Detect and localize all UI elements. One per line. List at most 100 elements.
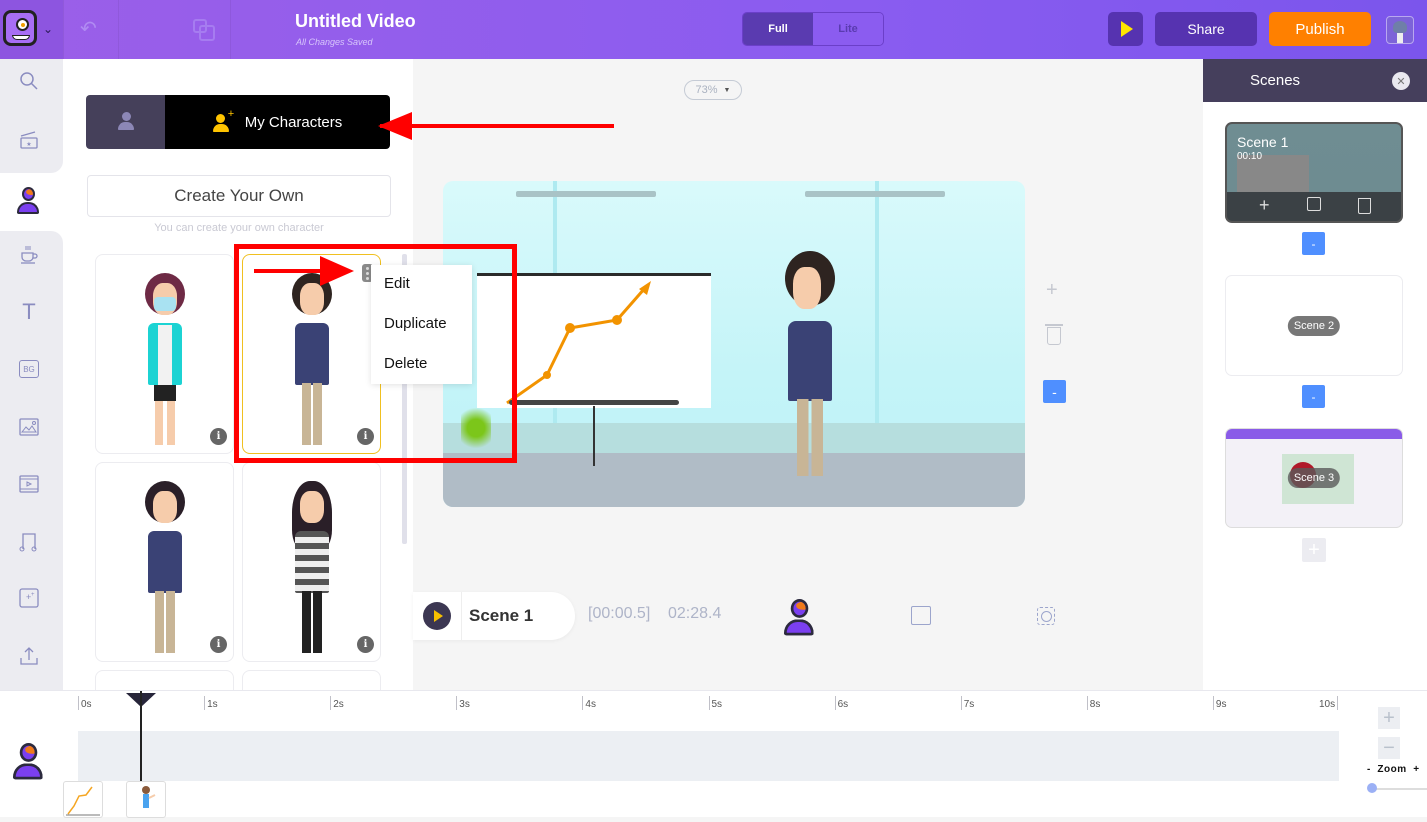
- character-card[interactable]: i: [242, 462, 381, 662]
- scenes-title: Scenes: [1250, 72, 1301, 89]
- caret-down-icon: ▼: [723, 86, 731, 94]
- timeline-tick: 9s: [1212, 696, 1226, 710]
- scene-stage[interactable]: [443, 181, 1025, 507]
- timeline-tick: 7s: [960, 696, 974, 710]
- play-icon: [433, 610, 443, 622]
- video-icon[interactable]: [17, 472, 41, 496]
- divider: [118, 0, 119, 59]
- add-person-icon: +: [212, 108, 235, 132]
- scene-card[interactable]: Scene 1 00:10 +: [1225, 122, 1403, 223]
- collapse-button[interactable]: -: [1043, 380, 1066, 403]
- scene-card[interactable]: Scene 2: [1225, 275, 1403, 376]
- total-time: 02:28.4: [668, 605, 722, 622]
- scene-card[interactable]: Scene 3: [1225, 428, 1403, 528]
- info-icon[interactable]: i: [210, 636, 227, 653]
- user-avatar[interactable]: [1386, 16, 1414, 44]
- zoom-level: 73%: [695, 84, 718, 96]
- timeline-tick: 2s: [330, 696, 344, 710]
- character-icon[interactable]: [17, 187, 39, 215]
- trash-icon[interactable]: [1358, 198, 1371, 214]
- timeline-tick: 5s: [708, 696, 722, 710]
- add-icon[interactable]: +: [1046, 279, 1058, 302]
- zoom-slider[interactable]: [1371, 788, 1427, 790]
- timeline-tick: 4s: [582, 696, 596, 710]
- upload-icon[interactable]: [17, 644, 41, 668]
- tab-my-characters[interactable]: + My Characters: [165, 95, 390, 149]
- zoom-select[interactable]: 73% ▼: [684, 80, 742, 100]
- divider: [63, 0, 64, 59]
- timeline-tick: 6s: [834, 696, 848, 710]
- transition-button[interactable]: -: [1302, 385, 1325, 408]
- character-thumbnail: [140, 273, 190, 448]
- menu-item-duplicate[interactable]: Duplicate: [384, 315, 447, 332]
- add-icon[interactable]: +: [1259, 195, 1270, 216]
- scene-name: Scene 3: [1287, 468, 1341, 488]
- play-icon: [1120, 21, 1133, 37]
- undo-icon[interactable]: ↶: [80, 16, 97, 41]
- scene-name: Scene 2: [1287, 315, 1341, 336]
- mode-full-button[interactable]: Full: [743, 13, 813, 45]
- timeline-tick: 10s: [1317, 696, 1339, 710]
- character-card[interactable]: i: [95, 254, 234, 454]
- duplicate-icon[interactable]: [1307, 197, 1321, 211]
- character-thumbnail: [140, 481, 190, 656]
- zoom-in-button[interactable]: +: [1378, 707, 1400, 729]
- search-icon[interactable]: [17, 69, 41, 93]
- character-context-menu: Edit Duplicate Delete: [371, 265, 472, 384]
- text-icon[interactable]: T: [17, 299, 41, 324]
- publish-button[interactable]: Publish: [1269, 12, 1371, 46]
- scene-duration: 00:10: [1237, 151, 1263, 162]
- music-icon[interactable]: [17, 530, 41, 554]
- coffee-cup-icon[interactable]: [17, 242, 41, 266]
- playhead[interactable]: [140, 691, 143, 781]
- timeline-track[interactable]: [78, 731, 1339, 781]
- person-icon: [117, 112, 134, 132]
- scene-play-button[interactable]: [423, 602, 451, 630]
- tab-library-characters[interactable]: [86, 95, 165, 149]
- scenes-header: Scenes ✕: [1203, 59, 1427, 102]
- timeline-item-chart[interactable]: [63, 781, 103, 818]
- app-menu-button[interactable]: ⌄: [0, 0, 63, 59]
- ceiling-lamp: [805, 191, 945, 197]
- timeline-tick: 0s: [78, 696, 92, 710]
- annotation-arrow: [380, 124, 614, 128]
- video-icon[interactable]: [911, 606, 931, 625]
- duplicate-icon[interactable]: [193, 19, 215, 41]
- create-your-own-button[interactable]: Create Your Own: [87, 175, 391, 217]
- divider: [230, 0, 231, 59]
- character-thumbnail: [287, 481, 337, 656]
- zoom-out-button[interactable]: −: [1378, 737, 1400, 759]
- effects-icon[interactable]: + +: [17, 586, 41, 610]
- clapperboard-icon[interactable]: ★: [17, 128, 41, 152]
- fit-screen-icon[interactable]: [1037, 607, 1055, 625]
- zoom-slider-knob[interactable]: [1367, 783, 1377, 793]
- annotation-arrowhead: [378, 112, 412, 140]
- character-track-icon: [13, 743, 43, 781]
- share-button[interactable]: Share: [1155, 12, 1257, 46]
- close-icon[interactable]: ✕: [1392, 72, 1410, 90]
- image-icon[interactable]: [17, 415, 41, 439]
- info-icon[interactable]: i: [357, 636, 374, 653]
- menu-item-delete[interactable]: Delete: [384, 355, 427, 372]
- character-tabs: + My Characters: [86, 95, 390, 149]
- app-logo-icon: [3, 10, 37, 46]
- mode-lite-button[interactable]: Lite: [813, 13, 883, 45]
- scene-name: Scene 1: [1237, 134, 1289, 150]
- video-title[interactable]: Untitled Video: [295, 11, 416, 32]
- add-scene-button[interactable]: +: [1302, 538, 1326, 562]
- preview-play-button[interactable]: [1108, 12, 1143, 46]
- info-icon[interactable]: i: [210, 428, 227, 445]
- stage-character[interactable]: [785, 251, 835, 476]
- transition-button[interactable]: -: [1302, 232, 1325, 255]
- tab-my-characters-label: My Characters: [244, 113, 343, 131]
- character-card[interactable]: i: [95, 462, 234, 662]
- character-timeline-icon[interactable]: [784, 599, 814, 637]
- trash-icon[interactable]: [1045, 324, 1063, 345]
- timeline-tick: 3s: [456, 696, 470, 710]
- timeline-item-character[interactable]: [126, 781, 166, 818]
- svg-text:★: ★: [26, 141, 31, 148]
- bg-icon[interactable]: BG: [19, 360, 39, 378]
- menu-item-edit[interactable]: Edit: [384, 275, 410, 292]
- scene-name: Scene 1: [469, 606, 534, 625]
- svg-text:+: +: [31, 592, 35, 598]
